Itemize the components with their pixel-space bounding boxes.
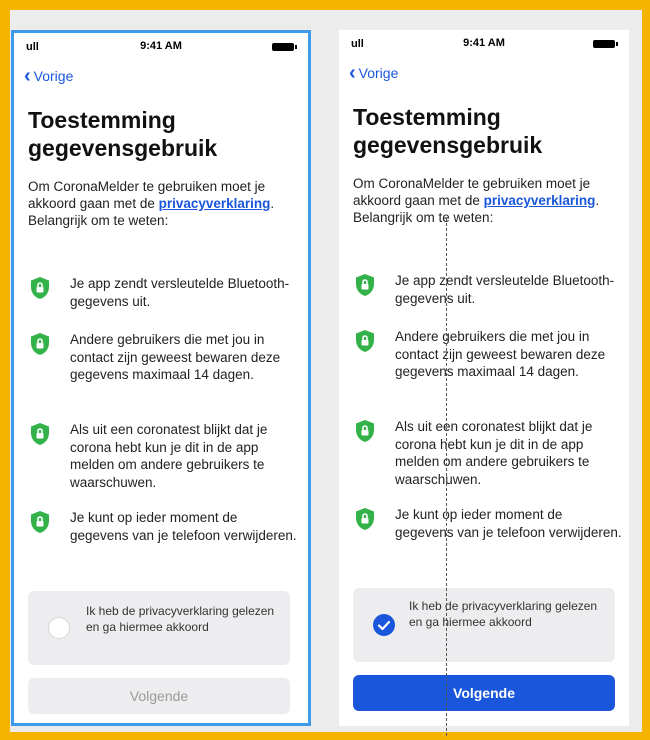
list-item: Je kunt op ieder moment de gegevens van … [28,509,298,544]
shield-lock-icon [356,420,374,442]
consent-card[interactable]: Ik heb de privacyverklaring gelezen en g… [353,588,615,662]
list-item: Je kunt op ieder moment de gegevens van … [353,506,623,541]
intro-text: Om CoronaMelder te gebruiken moet je akk… [28,179,275,228]
shield-lock-icon [31,423,49,445]
intro-text: Om CoronaMelder te gebruiken moet je akk… [353,176,600,225]
phone-screen-unchecked: ull 9:41 AM ‹ Vorige Toestemming gegeven… [11,30,311,726]
privacy-link[interactable]: privacyverklaring [484,193,596,208]
list-item: Je app zendt versleutelde Bluetooth-gege… [28,275,298,310]
consent-checkbox-checked[interactable] [373,614,395,636]
status-time: 9:41 AM [140,40,182,52]
consent-label: Ik heb de privacyverklaring gelezen en g… [409,599,598,629]
page-title: Toestemming gegevensgebruik [353,104,543,158]
back-label: Vorige [33,68,74,84]
next-button-disabled[interactable]: Volgende [28,678,290,714]
list-item: Andere gebruikers die met jou in contact… [353,328,623,381]
alignment-guide-line [446,218,447,736]
shield-lock-icon [356,330,374,352]
list-item: Andere gebruikers die met jou in contact… [28,331,298,384]
status-time: 9:41 AM [463,37,505,49]
shield-lock-icon [31,333,49,355]
consent-label: Ik heb de privacyverklaring gelezen en g… [86,604,275,634]
chevron-left-icon: ‹ [349,62,356,84]
shield-lock-icon [356,508,374,530]
status-bar: ull 9:41 AM [339,30,629,56]
list-item: Als uit een coronatest blijkt dat je cor… [353,418,623,488]
chevron-left-icon: ‹ [24,65,31,87]
back-button[interactable]: ‹ Vorige [24,65,74,87]
list-item: Als uit een coronatest blijkt dat je cor… [28,421,298,491]
page-title: Toestemming gegevensgebruik [28,107,218,161]
back-button[interactable]: ‹ Vorige [349,62,399,84]
back-label: Vorige [358,65,399,81]
list-item: Je app zendt versleutelde Bluetooth-gege… [353,272,623,307]
privacy-link[interactable]: privacyverklaring [159,196,271,211]
battery-icon [272,43,297,51]
consent-card[interactable]: Ik heb de privacyverklaring gelezen en g… [28,591,290,665]
consent-radio-unchecked[interactable] [48,617,70,639]
shield-lock-icon [31,277,49,299]
phone-screen-checked: ull 9:41 AM ‹ Vorige Toestemming gegeven… [339,30,629,726]
shield-lock-icon [356,274,374,296]
next-button[interactable]: Volgende [353,675,615,711]
status-bar: ull 9:41 AM [14,33,308,59]
checkmark-icon [377,620,391,631]
battery-icon [593,40,618,48]
shield-lock-icon [31,511,49,533]
